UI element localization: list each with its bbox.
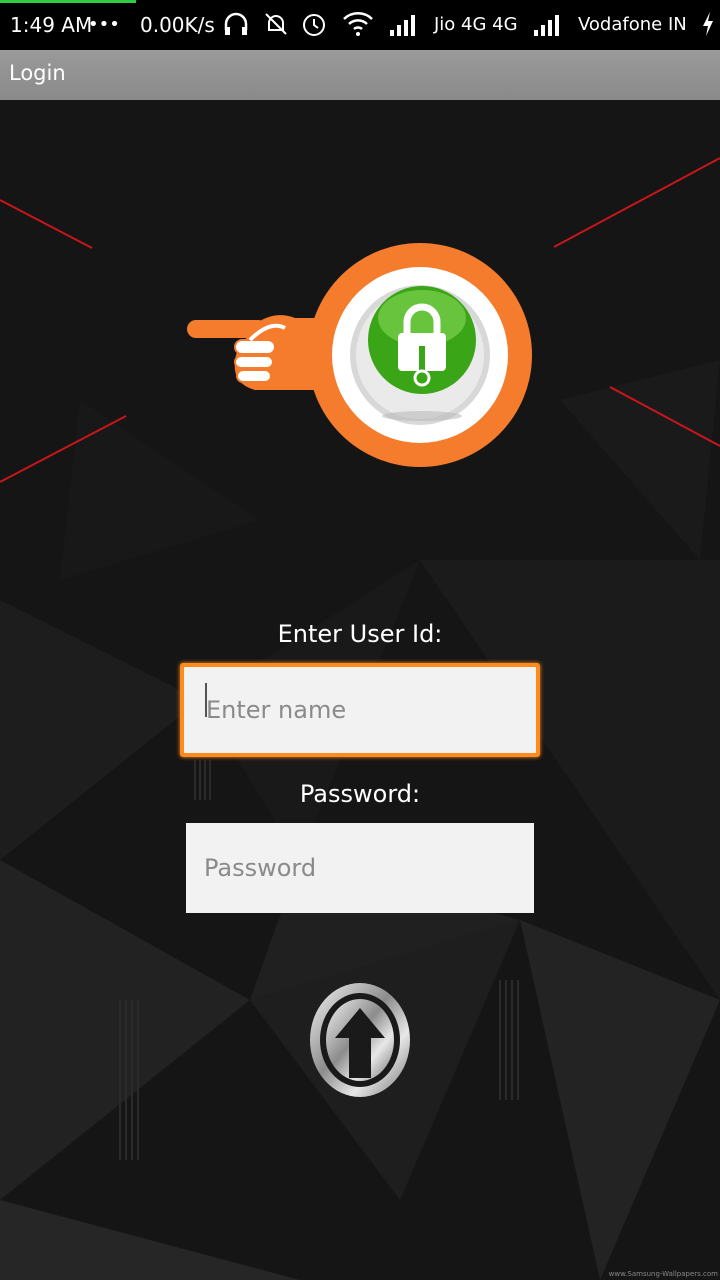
action-bar: Login (0, 50, 720, 100)
page-title: Login (9, 61, 66, 85)
status-carrier-1: Jio 4G 4G (434, 14, 518, 35)
watermark: www.Samsung-Wallpapers.com (608, 1270, 718, 1278)
signal-icon (390, 15, 415, 36)
download-progress (0, 0, 136, 3)
alarm-icon (303, 14, 325, 36)
login-submit-button[interactable] (305, 980, 415, 1100)
status-speed: 0.00K/s (140, 13, 215, 37)
login-logo (187, 243, 532, 467)
wifi-icon (343, 12, 373, 36)
password-label: Password: (299, 780, 421, 808)
status-more: ••• (88, 14, 120, 35)
user-id-label: Enter User Id: (277, 620, 443, 648)
notifications-off-icon (265, 13, 287, 35)
text-cursor (205, 683, 207, 717)
password-input[interactable] (186, 823, 534, 913)
status-carrier-2: Vodafone IN (578, 14, 687, 35)
login-screen: 1:49 AM ••• 0.00K/s Jio 4G 4G Vodafone I… (0, 0, 720, 1280)
charging-icon (703, 12, 713, 36)
status-time: 1:49 AM (10, 13, 93, 37)
signal-icon-2 (534, 15, 559, 36)
status-bar: 1:49 AM ••• 0.00K/s Jio 4G 4G Vodafone I… (0, 0, 720, 50)
headset-icon (224, 12, 248, 35)
user-id-input[interactable] (180, 663, 540, 757)
